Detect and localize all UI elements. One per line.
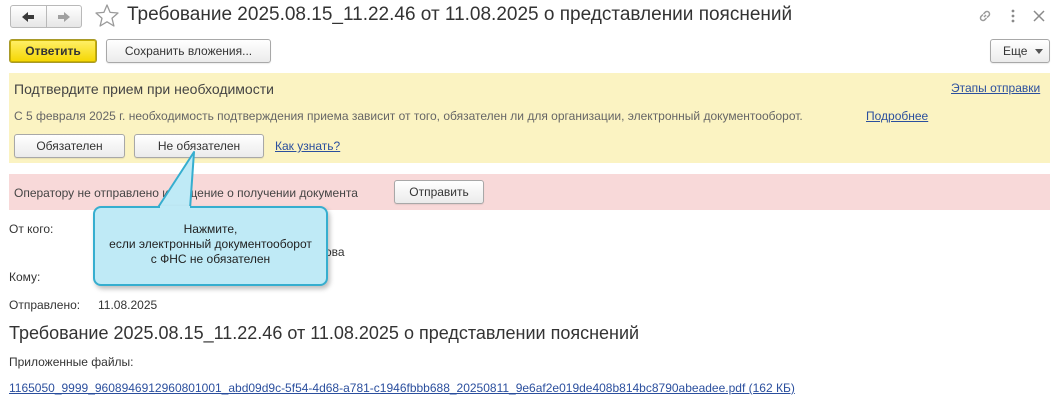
close-icon (1033, 10, 1045, 22)
copy-link-button[interactable] (975, 6, 995, 26)
to-label: Кому: (9, 270, 41, 284)
close-button[interactable] (1029, 6, 1049, 26)
forward-button[interactable] (45, 6, 82, 27)
more-info-link[interactable]: Подробнее (866, 109, 928, 123)
stages-link[interactable]: Этапы отправки (951, 81, 1040, 95)
chevron-down-icon (1035, 48, 1044, 54)
send-notice-button[interactable]: Отправить (394, 180, 484, 204)
save-attachments-button[interactable]: Сохранить вложения... (106, 39, 271, 63)
favorite-button[interactable] (94, 3, 120, 29)
tooltip-line-2: если электронный документооборот (109, 237, 312, 251)
tooltip-pointer (156, 151, 195, 210)
page-title: Требование 2025.08.15_11.22.46 от 11.08.… (127, 4, 793, 25)
tooltip-line-3: с ФНС не обязателен (150, 252, 271, 266)
more-menu-label: Еще (1003, 44, 1028, 58)
link-icon (979, 10, 991, 22)
sent-value: 11.08.2025 (98, 298, 158, 312)
tooltip-line-1: Нажмите, (183, 222, 238, 236)
reply-button[interactable]: Ответить (9, 39, 97, 63)
required-button[interactable]: Обязателен (14, 134, 125, 158)
navigation-buttons (10, 5, 82, 28)
attachments-label: Приложенные файлы: (9, 355, 134, 369)
more-actions-button[interactable] (1003, 6, 1023, 26)
confirm-panel-description: С 5 февраля 2025 г. необходимость подтве… (14, 109, 803, 123)
document-heading: Требование 2025.08.15_11.22.46 от 11.08.… (9, 323, 640, 343)
from-label: От кого: (9, 222, 54, 236)
arrow-right-icon (57, 11, 70, 22)
how-to-know-link[interactable]: Как узнать? (275, 139, 340, 153)
attachment-file-link[interactable]: 1165050_9999_9608946912960801001_abd09d9… (9, 381, 795, 395)
sent-label: Отправлено: (9, 298, 81, 312)
star-icon (95, 4, 119, 27)
arrow-left-icon (22, 11, 35, 22)
hint-tooltip: Нажмите, если электронный документооборо… (93, 206, 328, 286)
back-button[interactable] (11, 6, 46, 27)
tooltip-seam (160, 206, 190, 210)
more-menu-button[interactable]: Еще (990, 39, 1050, 63)
more-vertical-icon (1011, 9, 1015, 23)
confirm-panel-heading: Подтвердите прием при необходимости (14, 81, 274, 97)
